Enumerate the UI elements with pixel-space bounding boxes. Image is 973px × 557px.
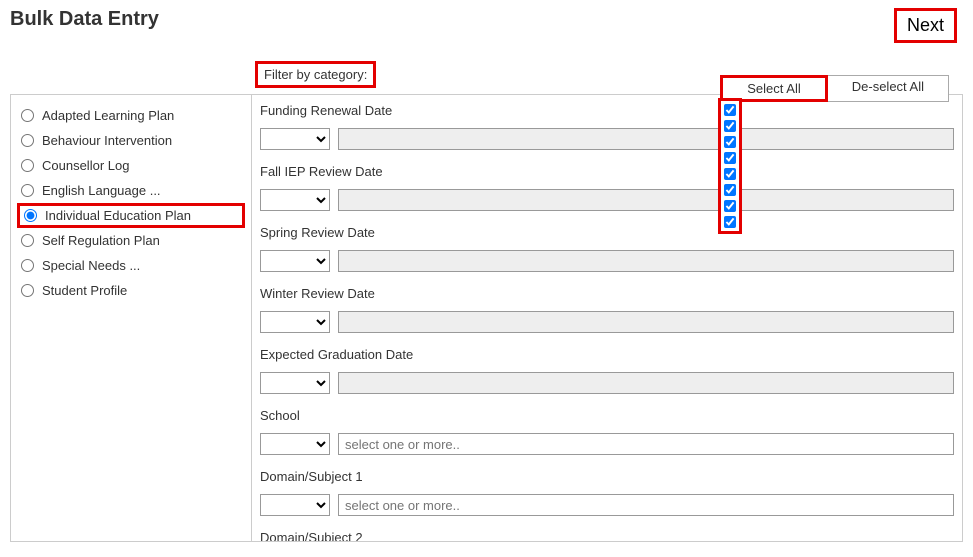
category-label: Student Profile	[42, 283, 127, 298]
field-multiselect-input[interactable]	[338, 494, 954, 516]
field-row	[260, 250, 954, 272]
field-label: School	[260, 408, 954, 423]
category-radio[interactable]	[21, 109, 34, 122]
category-label: Self Regulation Plan	[42, 233, 160, 248]
row-checkbox[interactable]	[724, 120, 736, 132]
field-label: Spring Review Date	[260, 225, 954, 240]
field-operator-select[interactable]	[260, 128, 330, 150]
category-list: Adapted Learning Plan Behaviour Intervent…	[10, 94, 252, 542]
fields-panel: Funding Renewal Date Fall IEP Review Date…	[252, 94, 963, 542]
field-label: Funding Renewal Date	[260, 103, 954, 118]
row-checkbox[interactable]	[724, 200, 736, 212]
category-radio[interactable]	[21, 159, 34, 172]
field-label: Domain/Subject 2	[260, 530, 954, 542]
category-radio[interactable]	[21, 134, 34, 147]
row-checkbox[interactable]	[724, 216, 736, 228]
field-operator-select[interactable]	[260, 372, 330, 394]
field-row	[260, 311, 954, 333]
field-operator-select[interactable]	[260, 189, 330, 211]
category-item[interactable]: Behaviour Intervention	[17, 128, 245, 153]
field-text-input[interactable]	[338, 372, 954, 394]
category-item[interactable]: Student Profile	[17, 278, 245, 303]
category-radio[interactable]	[21, 284, 34, 297]
row-checkbox[interactable]	[724, 136, 736, 148]
category-item[interactable]: Self Regulation Plan	[17, 228, 245, 253]
category-radio[interactable]	[24, 209, 37, 222]
field-row	[260, 189, 954, 211]
category-radio[interactable]	[21, 234, 34, 247]
field-label: Expected Graduation Date	[260, 347, 954, 362]
field-text-input[interactable]	[338, 250, 954, 272]
field-label: Domain/Subject 1	[260, 469, 954, 484]
field-operator-select[interactable]	[260, 311, 330, 333]
filter-by-category-label: Filter by category:	[255, 61, 376, 88]
field-operator-select[interactable]	[260, 494, 330, 516]
page-title: Bulk Data Entry	[10, 8, 963, 31]
category-radio[interactable]	[21, 184, 34, 197]
category-radio[interactable]	[21, 259, 34, 272]
field-text-input[interactable]	[338, 189, 954, 211]
category-item[interactable]: Individual Education Plan	[17, 203, 245, 228]
row-checkbox[interactable]	[724, 104, 736, 116]
field-text-input[interactable]	[338, 311, 954, 333]
category-label: Counsellor Log	[42, 158, 129, 173]
field-label: Fall IEP Review Date	[260, 164, 954, 179]
row-checkbox[interactable]	[724, 152, 736, 164]
category-label: Individual Education Plan	[45, 208, 191, 223]
field-multiselect-input[interactable]	[338, 433, 954, 455]
field-operator-select[interactable]	[260, 433, 330, 455]
category-label: Adapted Learning Plan	[42, 108, 174, 123]
field-text-input[interactable]	[338, 128, 954, 150]
category-label: Behaviour Intervention	[42, 133, 172, 148]
category-item[interactable]: English Language ...	[17, 178, 245, 203]
select-button-group: Select All De-select All	[720, 75, 949, 102]
category-item[interactable]: Counsellor Log	[17, 153, 245, 178]
selection-checkboxes	[718, 98, 742, 234]
row-checkbox[interactable]	[724, 168, 736, 180]
field-row	[260, 372, 954, 394]
field-row	[260, 128, 954, 150]
field-row	[260, 433, 954, 455]
category-item[interactable]: Adapted Learning Plan	[17, 103, 245, 128]
category-item[interactable]: Special Needs ...	[17, 253, 245, 278]
row-checkbox[interactable]	[724, 184, 736, 196]
category-label: Special Needs ...	[42, 258, 140, 273]
next-button[interactable]: Next	[894, 8, 957, 43]
deselect-all-button[interactable]: De-select All	[828, 75, 949, 102]
field-operator-select[interactable]	[260, 250, 330, 272]
field-label: Winter Review Date	[260, 286, 954, 301]
field-row	[260, 494, 954, 516]
category-label: English Language ...	[42, 183, 161, 198]
